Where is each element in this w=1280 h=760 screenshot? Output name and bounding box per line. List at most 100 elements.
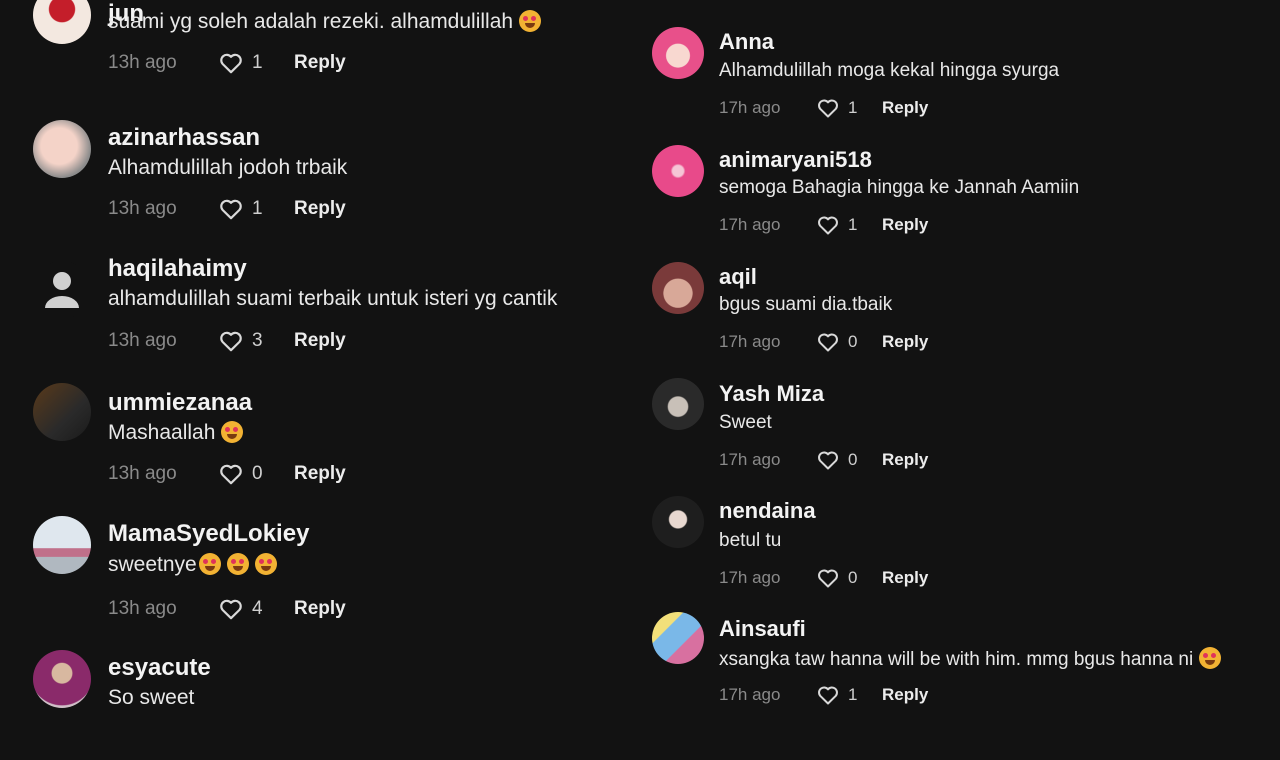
reply-button[interactable]: Reply: [882, 215, 928, 235]
comment-timestamp: 13h ago: [108, 463, 177, 484]
like-count: 0: [848, 568, 858, 587]
avatar-anna[interactable]: [652, 27, 704, 79]
avatar-mamasyedlokiey[interactable]: [33, 516, 91, 574]
comment-text: bgus suami dia.tbaik: [719, 294, 892, 316]
heart-eyes-emoji-icon: [519, 10, 542, 32]
avatar-jun[interactable]: [33, 0, 91, 44]
comment-text-content: betul tu: [719, 530, 782, 551]
comment-item: nendaina betul tu 17h ago 0 Reply: [640, 496, 1280, 606]
avatar-esyacute[interactable]: [33, 650, 91, 708]
comment-username[interactable]: animaryani518: [719, 147, 872, 173]
like-count: 4: [252, 598, 263, 619]
comment-item: azinarhassan Alhamdulillah jodoh trbaik 13…: [0, 120, 640, 230]
comment-username[interactable]: Yash Miza: [719, 381, 824, 407]
comment-username[interactable]: aqil: [719, 264, 757, 290]
like-count: 1: [252, 52, 263, 73]
comment-text-content: sweetnye: [108, 553, 197, 576]
heart-outline-icon: [818, 333, 838, 352]
like-button[interactable]: 1: [816, 96, 882, 120]
avatar-aqil[interactable]: [652, 262, 704, 314]
comment-text-content: bgus suami dia.tbaik: [719, 294, 893, 315]
reply-button[interactable]: Reply: [294, 198, 346, 220]
comment-meta: 13h ago 1 Reply: [108, 50, 346, 76]
heart-outline-icon: [818, 216, 838, 235]
like-button[interactable]: 3: [218, 328, 294, 354]
comment-text: suami yg soleh adalah rezeki. alhamdulil…: [108, 10, 542, 34]
heart-outline-icon: [818, 569, 838, 588]
avatar-ummiezanaa[interactable]: [33, 383, 91, 441]
comment-timestamp: 13h ago: [108, 598, 177, 619]
reply-button[interactable]: Reply: [882, 450, 928, 470]
comment-username[interactable]: nendaina: [719, 498, 816, 524]
like-button[interactable]: 0: [816, 566, 882, 590]
comment-item: Yash Miza Sweet 17h ago 0 Reply: [640, 378, 1280, 488]
comment-text: alhamdulillah suami terbaik untuk isteri…: [108, 287, 557, 311]
like-button[interactable]: 0: [816, 448, 882, 472]
comment-username[interactable]: MamaSyedLokiey: [108, 520, 309, 548]
like-button[interactable]: 4: [218, 596, 294, 622]
reply-button[interactable]: Reply: [882, 98, 928, 118]
comment-timestamp: 17h ago: [719, 215, 781, 234]
comment-meta: 17h ago 0 Reply: [719, 330, 928, 354]
comment-username[interactable]: azinarhassan: [108, 124, 260, 152]
default-avatar[interactable]: [33, 261, 91, 319]
reply-button[interactable]: Reply: [882, 332, 928, 352]
comment-text: semoga Bahagia hingga ke Jannah Aamiin: [719, 177, 1079, 199]
like-button[interactable]: 1: [218, 196, 294, 222]
comment-username[interactable]: esyacute: [108, 654, 211, 682]
comment-text: Alhamdulillah moga kekal hingga syurga: [719, 60, 1059, 82]
comment-text-content: Sweet: [719, 412, 772, 433]
comment-item: esyacute So sweet: [0, 650, 640, 760]
reply-button[interactable]: Reply: [882, 685, 928, 705]
comment-item: haqilahaimy alhamdulillah suami terbaik u…: [0, 255, 640, 365]
reply-button[interactable]: Reply: [294, 52, 346, 74]
comment-meta: 13h ago 3 Reply: [108, 328, 346, 354]
comment-meta: 17h ago 0 Reply: [719, 448, 928, 472]
heart-outline-icon: [220, 464, 242, 485]
comment-text-content: Mashaallah: [108, 421, 216, 444]
heart-outline-icon: [220, 199, 242, 220]
like-count: 1: [848, 215, 858, 234]
comment-text-content: xsangka taw hanna will be with him. mmg …: [719, 649, 1194, 670]
reply-button[interactable]: Reply: [294, 330, 346, 352]
person-silhouette-icon: [45, 272, 79, 308]
like-button[interactable]: 0: [816, 330, 882, 354]
avatar-azinarhassan[interactable]: [33, 120, 91, 178]
heart-outline-icon: [818, 686, 838, 705]
comment-text: Alhamdulillah jodoh trbaik: [108, 156, 347, 180]
heart-outline-icon: [220, 331, 242, 352]
like-count: 0: [252, 463, 263, 484]
avatar-nendaina[interactable]: [652, 496, 704, 548]
like-button[interactable]: 1: [816, 213, 882, 237]
comment-text: betul tu: [719, 530, 781, 552]
comment-meta: 13h ago 1 Reply: [108, 196, 346, 222]
comment-username[interactable]: Ainsaufi: [719, 616, 806, 642]
comment-text: xsangka taw hanna will be with him. mmg …: [719, 647, 1222, 671]
reply-button[interactable]: Reply: [294, 463, 346, 485]
like-button[interactable]: 0: [218, 461, 294, 487]
reply-button[interactable]: Reply: [882, 568, 928, 588]
comment-meta: 17h ago 1 Reply: [719, 213, 928, 237]
comment-timestamp: 17h ago: [719, 685, 781, 704]
comment-item: animaryani518 semoga Bahagia hingga ke Ja…: [640, 145, 1280, 255]
comment-username[interactable]: Anna: [719, 29, 774, 55]
reply-button[interactable]: Reply: [294, 598, 346, 620]
comment-item: MamaSyedLokiey sweetnye 13h ago 4 Reply: [0, 516, 640, 626]
comment-username[interactable]: ummiezanaa: [108, 389, 252, 417]
avatar-ainsaufi[interactable]: [652, 612, 704, 664]
avatar-animaryani518[interactable]: [652, 145, 704, 197]
comment-username[interactable]: haqilahaimy: [108, 255, 247, 283]
avatar-yash-miza[interactable]: [652, 378, 704, 430]
heart-outline-icon: [818, 99, 838, 118]
like-count: 0: [848, 450, 858, 469]
like-count: 1: [848, 98, 858, 117]
comment-text-content: Alhamdulillah jodoh trbaik: [108, 156, 348, 179]
like-count: 3: [252, 330, 263, 351]
comment-text: sweetnye: [108, 553, 277, 577]
comment-timestamp: 17h ago: [719, 332, 781, 351]
like-button[interactable]: 1: [816, 683, 882, 707]
comment-text: So sweet: [108, 686, 194, 710]
like-count: 1: [848, 685, 858, 704]
like-button[interactable]: 1: [218, 50, 294, 76]
comment-item: ummiezanaa Mashaallah 13h ago 0 Reply: [0, 383, 640, 493]
